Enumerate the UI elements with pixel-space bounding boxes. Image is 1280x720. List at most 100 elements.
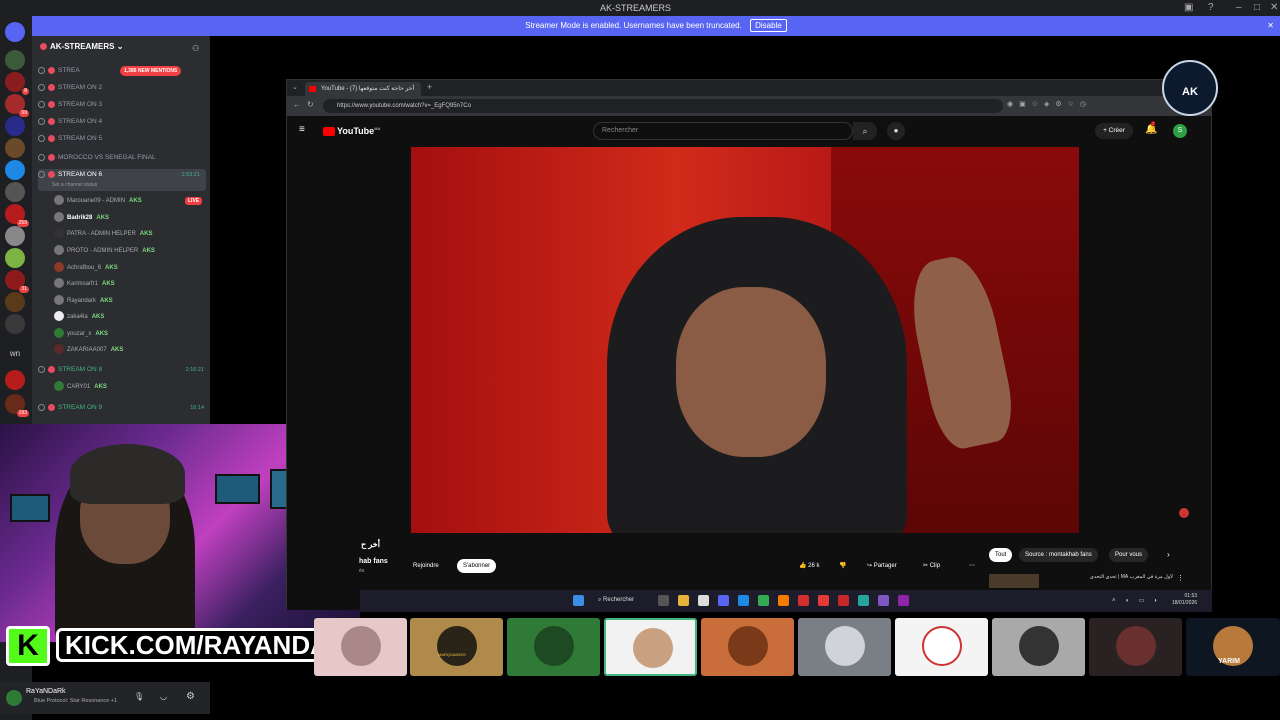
subscribe-button[interactable]: S'abonner (457, 559, 497, 573)
voice-user[interactable]: Karimsarfr1 AKS (54, 277, 115, 291)
close-window-icon[interactable]: ✕ (1270, 2, 1278, 13)
channel-stream-1[interactable]: STREA (38, 64, 80, 78)
more-vertical-icon[interactable]: ⋮ (1177, 574, 1184, 582)
clip-button[interactable]: ✂ Clip (917, 559, 946, 573)
youtube-logo[interactable]: YouTubeMA (323, 126, 380, 137)
server-icon[interactable]: 8 (5, 72, 29, 95)
discord-home-icon[interactable] (5, 22, 25, 42)
server-header[interactable]: AK-STREAMERS ⌄ (40, 42, 123, 51)
search-icon[interactable]: ⌕ (853, 122, 877, 140)
app-icon[interactable] (838, 595, 849, 606)
task-view-icon[interactable] (658, 595, 669, 606)
menu-icon[interactable]: ≡ (299, 124, 305, 135)
participant-tile[interactable] (1089, 618, 1182, 676)
app-icon[interactable] (718, 595, 729, 606)
file-explorer-icon[interactable] (678, 595, 689, 606)
user-settings-icon[interactable]: ⚙ (186, 691, 195, 702)
voice-user[interactable]: PROTO - ADMIN HELPER AKS (54, 244, 155, 258)
participant-tile[interactable] (314, 618, 407, 676)
participant-tile[interactable] (701, 618, 794, 676)
server-icon[interactable] (5, 248, 25, 268)
brave-icon[interactable] (818, 595, 829, 606)
participant-tile[interactable] (507, 618, 600, 676)
channel-stream-9[interactable]: STREAM ON 9 (38, 401, 102, 415)
voice-user[interactable]: Marouane09 - ADMIN AKS (54, 194, 142, 208)
maximize-icon[interactable]: □ (1254, 2, 1260, 13)
voice-user[interactable]: Badrik28 AKS (54, 211, 109, 225)
notifications-icon[interactable]: 🔔 7 (1145, 121, 1157, 135)
server-icon[interactable] (5, 50, 25, 70)
taskbar-clock[interactable]: 01:53 18/01/2026 (1172, 593, 1197, 607)
back-icon[interactable]: ← (293, 100, 301, 109)
filter-chip[interactable]: Pour vous (1109, 548, 1149, 562)
participant-tile[interactable]: YARIM (1186, 618, 1280, 676)
video-player[interactable] (411, 147, 1079, 533)
participant-tile[interactable] (895, 618, 988, 676)
server-icon[interactable]: 193 (5, 394, 29, 417)
server-icon[interactable] (5, 116, 25, 136)
voice-user[interactable]: CARY01 AKS (54, 380, 107, 394)
app-icon[interactable] (858, 595, 869, 606)
add-member-icon[interactable]: ⚇ (192, 44, 199, 53)
server-icon[interactable] (5, 314, 25, 334)
help-icon[interactable]: ? (1208, 2, 1214, 13)
channel-stream-2[interactable]: STREAM ON 2 (38, 81, 102, 95)
voice-search-icon[interactable]: ● (887, 122, 905, 140)
channel-stream-8[interactable]: STREAM ON 8 (38, 363, 102, 377)
server-icon[interactable] (5, 182, 25, 202)
dislike-icon[interactable]: 👎 (833, 559, 852, 573)
browser-tab[interactable]: YouTube - أخر حاجة كنت متوقعها (7) (305, 82, 421, 96)
system-tray-icons[interactable]: ˄ ◖ ▭ ◗ (1112, 597, 1161, 604)
participant-tile[interactable]: MARQUANE09 (410, 618, 503, 676)
server-icon[interactable]: 31 (5, 270, 29, 293)
username[interactable]: RaYaNDaRk (26, 688, 66, 695)
filter-chip[interactable]: Source : montakhab fans (1019, 548, 1098, 562)
server-icon[interactable]: wn (5, 344, 25, 364)
account-avatar[interactable]: S (1173, 124, 1187, 138)
url-field[interactable]: https://www.youtube.com/watch?v=_EgFQ95n… (323, 99, 1003, 113)
new-tab-icon[interactable]: + (427, 82, 432, 92)
channel-stream-5[interactable]: STREAM ON 5 (38, 132, 102, 146)
server-icon[interactable] (5, 292, 25, 312)
participant-tile[interactable] (992, 618, 1085, 676)
app-icon[interactable] (798, 595, 809, 606)
tab-list-icon[interactable]: ⌄ (292, 83, 298, 91)
chrome-icon[interactable] (758, 595, 769, 606)
voice-user[interactable]: Rayandark AKS (54, 294, 113, 308)
inbox-icon[interactable]: ▣ (1184, 2, 1193, 13)
disable-streamer-button[interactable]: Disable (750, 19, 787, 32)
recommendation-title[interactable]: لأول مرة في المغرب MA | تحدي التحدي (1043, 574, 1173, 581)
server-icon[interactable] (5, 138, 25, 158)
voice-user[interactable]: zaka4la AKS (54, 310, 104, 324)
server-icon[interactable]: 69 (5, 94, 29, 117)
server-icon[interactable]: 259 (5, 204, 29, 227)
voice-user[interactable]: Achrafbou_6 AKS (54, 261, 118, 275)
server-icon[interactable] (5, 370, 25, 390)
microphone-icon[interactable]: 🎙 (134, 692, 144, 701)
chevron-right-icon[interactable]: › (1167, 550, 1170, 559)
new-mentions-badge[interactable]: 1,386 NEW MENTIONS (120, 66, 182, 76)
minimize-icon[interactable]: – (1236, 2, 1242, 13)
share-button[interactable]: ↪ Partager (861, 559, 903, 573)
extensions-icon[interactable]: ◉▣☆◈⚙☆◷ (1007, 100, 1092, 108)
server-icon[interactable] (5, 160, 25, 180)
channel-morocco-senegal[interactable]: MOROCCO VS SENEGAL FINAL (38, 151, 156, 165)
channel-stream-4[interactable]: STREAM ON 4 (38, 115, 102, 129)
taskbar-search[interactable]: ⌕ Rechercher (598, 597, 634, 604)
like-button[interactable]: 👍 26 k (793, 559, 825, 573)
more-actions-icon[interactable]: ⋯ (963, 559, 981, 573)
channel-status[interactable]: Set a channel status (38, 181, 206, 189)
channel-stream-6[interactable]: STREAM ON 6 2:53:21 Set a channel status (38, 169, 206, 191)
recommendation-thumbnail[interactable] (989, 574, 1039, 588)
headphones-icon[interactable]: ◡ (160, 692, 167, 701)
filter-chip[interactable]: Tout (989, 548, 1013, 562)
server-icon[interactable] (5, 226, 25, 246)
edge-icon[interactable] (738, 595, 749, 606)
avatar[interactable] (6, 690, 22, 706)
channel-stream-3[interactable]: STREAM ON 3 (38, 98, 102, 112)
join-button[interactable]: Rejoindre (407, 559, 445, 573)
participant-tile-speaking[interactable] (604, 618, 697, 676)
app-icon[interactable] (878, 595, 889, 606)
voice-user[interactable]: ZAKARIAA007 AKS (54, 343, 123, 357)
search-input[interactable]: Rechercher (593, 122, 853, 140)
